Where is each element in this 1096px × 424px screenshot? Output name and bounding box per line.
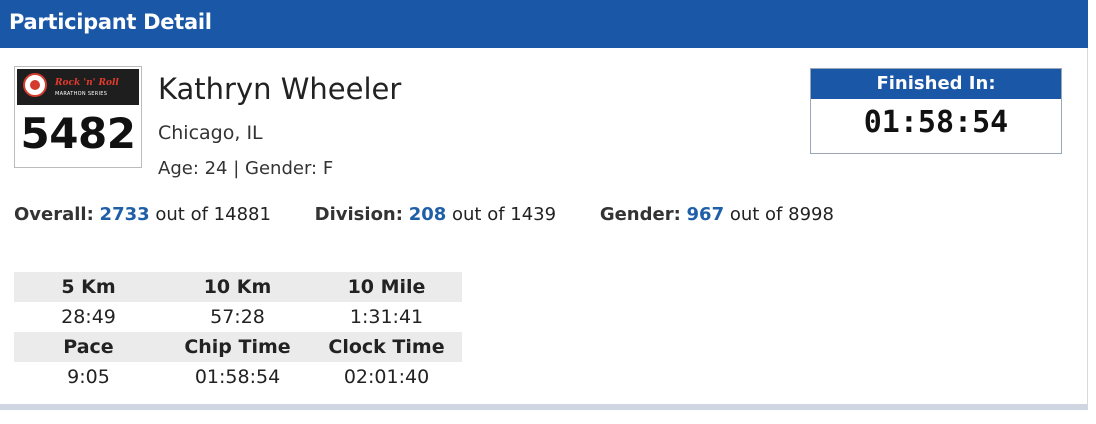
participant-detail-panel: Participant Detail Rock 'n' Roll MARATHO…	[0, 0, 1088, 410]
overall-stat: Overall: 2733 out of 14881	[14, 204, 271, 225]
division-label: Division:	[314, 204, 403, 225]
column-header: 5 Km	[61, 276, 116, 298]
splits-table: 5 Km 10 Km 10 Mile 28:49 57:28 1:31:41 P…	[14, 272, 462, 392]
overall-label: Overall:	[14, 204, 94, 225]
logo-subtext: MARATHON SERIES	[55, 91, 108, 97]
gender-total: out of 8998	[729, 204, 834, 225]
division-value[interactable]: 208	[409, 204, 447, 225]
splits-value-row: 28:49 57:28 1:31:41	[14, 302, 462, 332]
finished-time: 01:58:54	[863, 105, 1009, 140]
race-bib: Rock 'n' Roll MARATHON SERIES 5482	[14, 66, 142, 168]
column-header: 10 Km	[203, 276, 272, 298]
participant-name: Kathryn Wheeler	[158, 72, 402, 106]
logo-text: Rock 'n' Roll	[55, 78, 119, 88]
bib-number: 5482	[20, 109, 136, 158]
column-header: 10 Mile	[347, 276, 426, 298]
overall-value[interactable]: 2733	[100, 204, 150, 225]
table-cell: 9:05	[67, 366, 110, 388]
gender-label: Gender:	[599, 204, 681, 225]
finished-box: Finished In: 01:58:54	[810, 68, 1062, 154]
column-header: Chip Time	[184, 336, 291, 358]
logo-emblem-icon	[23, 73, 47, 97]
table-cell: 1:31:41	[349, 306, 424, 328]
column-header: Clock Time	[328, 336, 445, 358]
gender-stat: Gender: 967 out of 8998	[600, 204, 834, 225]
table-cell: 57:28	[210, 306, 265, 328]
finished-label: Finished In:	[811, 69, 1061, 99]
table-cell: 01:58:54	[194, 366, 281, 388]
placement-stats: Overall: 2733 out of 14881 Division: 208…	[14, 204, 872, 225]
division-total: out of 1439	[452, 204, 557, 225]
race-logo: Rock 'n' Roll MARATHON SERIES	[17, 69, 139, 105]
times-value-row: 9:05 01:58:54 02:01:40	[14, 362, 462, 392]
participant-age-gender: Age: 24 | Gender: F	[158, 158, 334, 179]
table-cell: 02:01:40	[343, 366, 430, 388]
splits-header-row: 5 Km 10 Km 10 Mile	[14, 272, 462, 302]
panel-title: Participant Detail	[9, 10, 212, 34]
times-header-row: Pace Chip Time Clock Time	[14, 332, 462, 362]
overall-total: out of 14881	[155, 204, 271, 225]
gender-value[interactable]: 967	[687, 204, 725, 225]
division-stat: Division: 208 out of 1439	[315, 204, 556, 225]
table-cell: 28:49	[61, 306, 116, 328]
participant-location: Chicago, IL	[158, 122, 263, 144]
panel-header: Participant Detail	[0, 0, 1088, 48]
column-header: Pace	[63, 336, 114, 358]
